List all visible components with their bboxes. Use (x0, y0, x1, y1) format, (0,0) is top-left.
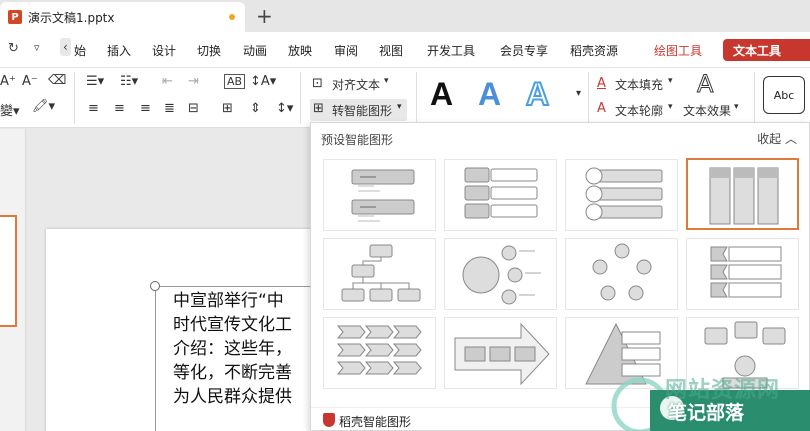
tab-text-tools[interactable]: 文本工具 (723, 39, 810, 61)
tab-member[interactable]: 会员专享 (500, 42, 548, 59)
paragraph-spacing-icon[interactable]: ⇕ (250, 101, 261, 116)
tab-design[interactable]: 设计 (152, 42, 176, 59)
tab-review[interactable]: 审阅 (334, 42, 358, 59)
smartart-option-chevron-process[interactable] (323, 317, 436, 389)
watermark-suffix: cn (785, 402, 800, 416)
smartart-option-arrow-process[interactable] (444, 317, 557, 389)
panel-title: 预设智能图形 (321, 133, 394, 147)
ribbon: A⁺ A⁻ ⌫ 變▾ 🖍▾ ☰▾ ☷▾ ⇤ ⇥ AB ↕A▾ ≡ ≡ ≡ ≣ ⊟… (0, 68, 810, 128)
collapse-label: 收起 (757, 132, 782, 146)
collapse-button[interactable]: 收起 ︿ (757, 130, 797, 147)
slide-thumbnail[interactable] (0, 215, 17, 327)
convert-smartart-button[interactable]: 转智能图形 (332, 102, 392, 119)
justify-icon[interactable]: ≣ (164, 101, 175, 116)
tab-animation[interactable]: 动画 (243, 42, 267, 59)
text-line: 中宣部举行“中 (173, 291, 284, 311)
align-text-icon: ⊡ (312, 76, 323, 91)
tab-docer-resources[interactable]: 稻壳资源 (570, 42, 618, 59)
text-line: 等化，不断完善 (173, 363, 292, 383)
scroll-left-icon[interactable]: ‹ (60, 38, 71, 56)
chevron-down-icon[interactable]: ▾ (668, 102, 673, 112)
align-text-button[interactable]: 对齐文本 (332, 76, 380, 93)
unsaved-indicator (229, 14, 235, 20)
docer-smartart-label: 稻壳智能图形 (339, 415, 412, 429)
tab-transition[interactable]: 切换 (197, 42, 221, 59)
text-line: 为人民群众提供 (173, 387, 292, 407)
align-left-icon[interactable]: ≡ (88, 101, 99, 116)
smartart-option-hierarchy[interactable] (323, 238, 436, 310)
separator (588, 72, 589, 124)
align-center-icon[interactable]: ≡ (114, 101, 125, 116)
redo-icon[interactable]: ↻ (8, 41, 19, 56)
align-right-icon[interactable]: ≡ (140, 101, 151, 116)
title-bar: P 演示文稿1.pptx + (0, 0, 810, 32)
text-outline-button[interactable]: 文本轮廓 (615, 102, 663, 119)
text-line: 时代宣传文化工 (173, 315, 292, 335)
decrease-font-icon[interactable]: A⁻ (22, 74, 38, 89)
text-line: 介绍：这些年， (173, 339, 292, 359)
smartart-option-chevron-list[interactable] (686, 238, 799, 310)
text-fill-button[interactable]: 文本填充 (615, 76, 663, 93)
text-fill-icon: A (597, 76, 606, 91)
tab-developer[interactable]: 开发工具 (427, 42, 475, 59)
wordart-more-icon[interactable]: ▾ (576, 88, 581, 99)
shape-style-sample[interactable]: Abc (763, 76, 805, 114)
smartart-option-cycle[interactable] (565, 238, 678, 310)
new-tab-button[interactable]: + (256, 4, 273, 28)
separator (74, 72, 75, 124)
text-direction-icon[interactable]: AB (224, 74, 246, 89)
highlight-icon[interactable]: 🖍▾ (32, 99, 55, 114)
line-spacing-icon[interactable]: ↕A▾ (250, 74, 276, 89)
line-spacing-dropdown-icon[interactable]: ↕▾ (276, 101, 293, 116)
tab-drawing-tools[interactable]: 绘图工具 (654, 42, 702, 59)
smartart-option-stacked-bars[interactable] (323, 159, 436, 231)
separator (754, 72, 755, 124)
docer-logo-icon (323, 413, 335, 427)
menu-bar: ↻ ▿ ‹ 始 插入 设计 切换 动画 放映 审阅 视图 开发工具 会员专享 稻… (0, 32, 810, 68)
chevron-down-icon[interactable]: ▾ (397, 102, 402, 112)
tab-insert[interactable]: 插入 (107, 42, 131, 59)
presentation-logo-icon: P (8, 10, 22, 24)
resize-handle[interactable] (150, 281, 160, 291)
slide-body-text[interactable]: 中宣部举行“中 时代宣传文化工 介绍：这些年， 等化，不断完善 为人民群众提供 (173, 289, 313, 409)
quick-access-dropdown-icon[interactable]: ▿ (34, 41, 40, 54)
chevron-down-icon[interactable]: ▾ (668, 76, 673, 86)
distribute-icon[interactable]: ⊟ (188, 101, 199, 116)
increase-font-icon[interactable]: A⁺ (0, 74, 16, 89)
smartart-option-circle-list[interactable] (565, 159, 678, 231)
tab-slideshow[interactable]: 放映 (288, 42, 312, 59)
smartart-option-columns[interactable] (686, 158, 799, 230)
phonetic-icon[interactable]: 變▾ (0, 100, 20, 119)
column-icon[interactable]: ⊞ (222, 101, 233, 116)
text-effect-button[interactable]: 文本效果 (683, 102, 731, 119)
chevron-down-icon[interactable]: ▾ (734, 102, 739, 112)
smartart-option-list-rows[interactable] (444, 159, 557, 231)
document-name: 演示文稿1.pptx (28, 10, 115, 25)
chevron-down-icon[interactable]: ▾ (384, 76, 389, 86)
wordart-blue-sample[interactable]: A (478, 76, 501, 113)
wordart-black-sample[interactable]: A (430, 76, 453, 113)
separator (300, 72, 301, 124)
bullet-list-icon[interactable]: ☰▾ (86, 74, 104, 89)
smartart-icon: ⊞ (313, 101, 324, 116)
decrease-indent-icon[interactable]: ⇤ (162, 74, 173, 89)
separator (416, 72, 417, 124)
numbered-list-icon[interactable]: ☷▾ (120, 74, 138, 89)
increase-indent-icon[interactable]: ⇥ (188, 74, 199, 89)
document-tab[interactable]: P 演示文稿1.pptx (0, 2, 245, 32)
watermark-url: www.notetribe.com (694, 422, 763, 430)
clear-format-icon[interactable]: ⌫ (48, 73, 66, 88)
watermark-brand: 笔记部落 (668, 402, 745, 424)
text-effect-icon: A (696, 70, 714, 99)
wordart-outline-sample[interactable]: A (525, 75, 550, 113)
tab-view[interactable]: 视图 (379, 42, 403, 59)
text-outline-icon: A (597, 101, 606, 116)
chevron-up-icon: ︿ (784, 132, 797, 146)
tab-home[interactable]: 始 (74, 42, 86, 59)
smartart-option-radial-list[interactable] (444, 238, 557, 310)
